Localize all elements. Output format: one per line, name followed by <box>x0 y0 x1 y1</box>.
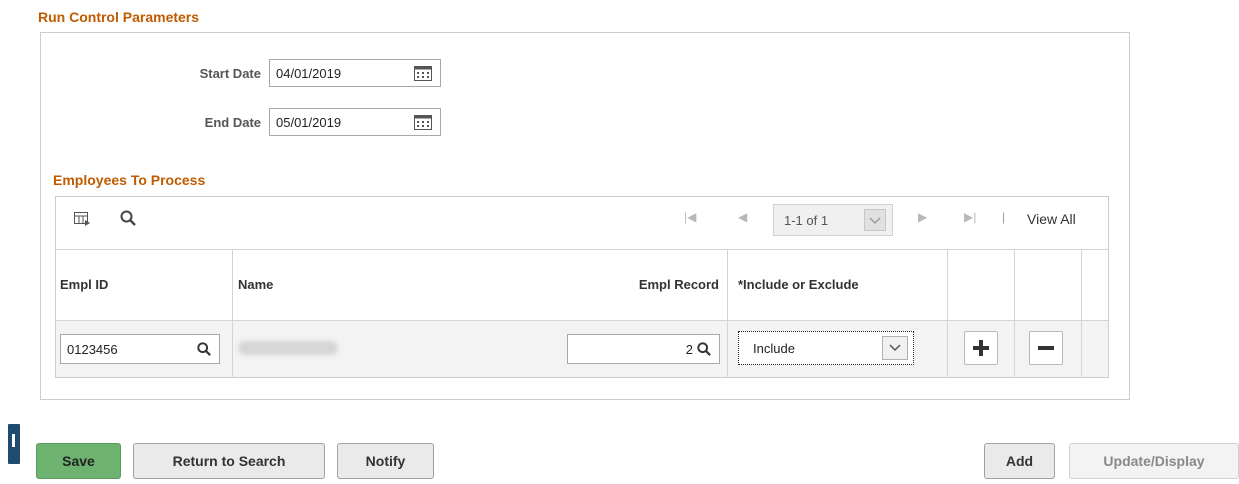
separator: | <box>1002 210 1006 224</box>
save-button[interactable]: Save <box>36 443 121 479</box>
delete-row-button[interactable] <box>1029 331 1063 365</box>
view-all-link[interactable]: View All <box>1027 211 1076 227</box>
pager-text: 1-1 of 1 <box>784 213 829 228</box>
prev-icon[interactable]: ◀ <box>738 210 747 224</box>
search-icon[interactable] <box>120 210 136 226</box>
column-divider <box>232 249 233 378</box>
search-icon[interactable] <box>697 342 711 356</box>
column-divider <box>1014 249 1015 378</box>
column-header-empl-id: Empl ID <box>60 277 109 292</box>
end-date-label: End Date <box>204 115 261 130</box>
calendar-icon[interactable] <box>414 114 432 130</box>
run-control-title: Run Control Parameters <box>38 9 200 25</box>
chevron-down-icon[interactable] <box>864 209 886 231</box>
start-date-field[interactable]: 04/01/2019 <box>269 59 441 87</box>
header-top-border <box>56 249 1108 250</box>
start-date-label: Start Date <box>199 66 261 81</box>
side-panel-tab[interactable] <box>8 424 20 464</box>
add-button[interactable]: Add <box>984 443 1055 479</box>
empl-id-value[interactable]: 0123456 <box>67 342 118 357</box>
empl-id-input[interactable]: 0123456 <box>60 334 220 364</box>
column-header-include-exclude: *Include or Exclude <box>738 277 859 292</box>
column-header-name: Name <box>238 277 274 292</box>
last-page-icon[interactable]: ▶| <box>964 210 976 224</box>
column-divider <box>1081 249 1082 378</box>
delete-row-icon <box>1038 346 1054 350</box>
calendar-icon[interactable] <box>414 65 432 81</box>
next-icon[interactable]: ▶ <box>918 210 927 224</box>
column-divider <box>947 249 948 378</box>
empl-record-value[interactable]: 2 <box>686 342 693 357</box>
first-page-icon[interactable]: |◀ <box>684 210 696 224</box>
end-date-field[interactable]: 05/01/2019 <box>269 108 441 136</box>
include-exclude-value: Include <box>753 341 795 356</box>
column-header-empl-record: Empl Record <box>638 277 719 292</box>
include-exclude-select[interactable]: Include <box>738 331 914 365</box>
add-row-button[interactable] <box>964 331 998 365</box>
column-divider <box>727 249 728 378</box>
empl-record-input[interactable]: 2 <box>567 334 720 364</box>
end-date-value[interactable]: 05/01/2019 <box>276 115 341 130</box>
return-to-search-button[interactable]: Return to Search <box>133 443 325 479</box>
employees-title: Employees To Process <box>53 172 206 188</box>
add-row-icon <box>973 340 989 356</box>
update-display-button[interactable]: Update/Display <box>1069 443 1239 479</box>
page-selector[interactable]: 1-1 of 1 <box>773 204 893 236</box>
chevron-down-icon[interactable] <box>882 336 908 360</box>
side-tab-handle-icon <box>12 434 15 447</box>
search-icon[interactable] <box>197 342 211 356</box>
header-bottom-border <box>56 320 1108 321</box>
employee-name <box>238 341 338 355</box>
start-date-value[interactable]: 04/01/2019 <box>276 66 341 81</box>
personalize-icon[interactable] <box>74 212 90 226</box>
notify-button[interactable]: Notify <box>337 443 434 479</box>
